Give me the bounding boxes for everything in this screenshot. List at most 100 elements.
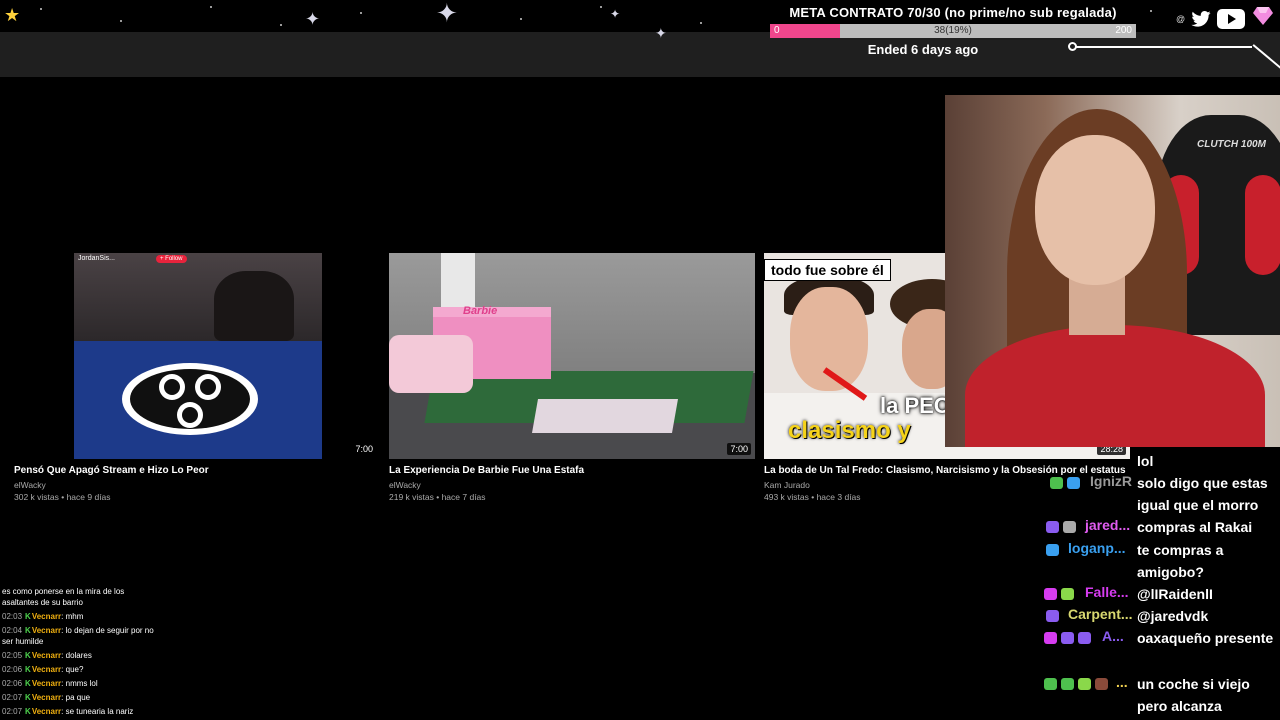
verified-badge-icon: K (25, 665, 31, 674)
chat-line: 02:03 KVecnarr: mhm (2, 612, 84, 621)
chat-username[interactable]: Falle... (1085, 584, 1129, 600)
verified-badge-icon: K (25, 707, 31, 716)
badge-icon (1078, 632, 1091, 644)
badge-icon (1044, 632, 1057, 644)
chat-line: 02:07 KVecnarr: pa que (2, 693, 91, 702)
chat-message-text: nmms lol (65, 679, 98, 688)
goal-progress-bar: 0 38(19%) 200 (770, 24, 1136, 38)
video-meta: 302 k vistas • hace 9 días (14, 492, 111, 502)
badge-icon (1044, 678, 1057, 690)
badge-icon (1067, 477, 1080, 489)
badge-icon (1046, 521, 1059, 533)
chat-message-text: oaxaqueño presente (1137, 630, 1274, 646)
chat-username[interactable]: IgnizR (1090, 473, 1132, 489)
youtube-icon[interactable] (1217, 9, 1246, 29)
chat-username[interactable]: A... (1102, 628, 1124, 644)
goal-current-label: 38(19%) (934, 25, 972, 36)
chat-line: 02:07 KVecnarr: se tunearia la nariz (2, 707, 134, 716)
chat-username[interactable]: Carpent... (1068, 606, 1133, 622)
stream-chat-left: es como ponerse en la mira de los asalta… (2, 586, 162, 720)
video-meta: 219 k vistas • hace 7 días (389, 492, 486, 502)
badge-icon (1078, 678, 1091, 690)
chat-timestamp: 02:06 (2, 679, 23, 688)
chat-username[interactable]: ... (1116, 674, 1128, 690)
pink-van-image (389, 335, 473, 393)
chat-message-text: es como ponerse en la mira de los asalta… (2, 587, 125, 607)
thumbnail-text: Barbie (463, 305, 498, 317)
chat-username[interactable]: Vecnarr (32, 665, 61, 674)
badge-icon (1063, 521, 1076, 533)
chat-timestamp: 02:03 (2, 612, 23, 621)
chat-username[interactable]: jared... (1085, 517, 1130, 533)
chat-line: 02:06 KVecnarr: que? (2, 665, 84, 674)
chat-line: es como ponerse en la mira de los asalta… (2, 586, 162, 608)
chat-line: 02:04 KVecnarr: lo dejan de seguir por no… (2, 626, 154, 646)
chat-username[interactable]: Vecnarr (32, 679, 61, 688)
chair-logo-text: CLUTCH 100M (1197, 139, 1266, 150)
streamer-face (1035, 135, 1155, 285)
chat-username[interactable]: Vecnarr (32, 707, 61, 716)
goal-max-label: 200 (1115, 25, 1132, 36)
video-meta: 493 k vistas • hace 3 días (764, 492, 861, 502)
chat-timestamp: 02:05 (2, 651, 23, 660)
verified-badge-icon: K (25, 626, 31, 635)
chat-message-text: pa que (65, 693, 91, 702)
twitter-icon[interactable] (1191, 11, 1211, 27)
video-duration: 7:00 (727, 443, 751, 455)
thumbnail-text: la PEO (880, 393, 951, 418)
verified-badge-icon: K (25, 612, 31, 621)
thumbnail-image: JordanSis... + Follow (74, 253, 322, 459)
chat-message-text: solo digo que estas igual que el morro c… (1137, 475, 1268, 535)
thumbnail-username: JordanSis... (78, 255, 115, 262)
video-thumbnail[interactable]: Barbie 7:00 (389, 253, 755, 459)
chat-message-text: lol (1137, 453, 1154, 469)
chat-timestamp: 02:07 (2, 693, 23, 702)
at-icon: @ (1176, 14, 1186, 24)
decorative-line (1072, 46, 1252, 48)
chat-message-text: un coche si viejo pero alcanza (1137, 676, 1250, 714)
chat-timestamp: 02:06 (2, 665, 23, 674)
goal-title: META CONTRATO 70/30 (no prime/no sub reg… (789, 5, 1117, 20)
chat-message-text: mhm (65, 612, 84, 621)
chat-line: 02:05 KVecnarr: dolares (2, 651, 92, 660)
video-channel[interactable]: elWacky (389, 480, 755, 490)
goal-status: Ended 6 days ago (867, 42, 979, 57)
badge-icon (1046, 544, 1059, 556)
badge-icon (1061, 678, 1074, 690)
badge-icon (1046, 610, 1059, 622)
thumbnail-text: clasismo y (788, 417, 911, 444)
chat-username[interactable]: Vecnarr (32, 626, 61, 635)
webcam-feed: CLUTCH 100M (945, 95, 1280, 447)
badge-icon (1095, 678, 1108, 690)
badge-icon (1050, 477, 1063, 489)
video-title[interactable]: La Experiencia De Barbie Fue Una Estafa (389, 465, 755, 476)
badge-icon (1061, 632, 1074, 644)
verified-badge-icon: K (25, 651, 31, 660)
verified-badge-icon: K (25, 679, 31, 688)
chat-message-text: se tunearia la nariz (65, 707, 134, 716)
chat-username[interactable]: Vecnarr (32, 651, 61, 660)
video-thumbnail[interactable]: JordanSis... + Follow 7:00 (14, 253, 380, 459)
chat-username[interactable]: loganp... (1068, 540, 1126, 556)
chat-username[interactable]: Vecnarr (32, 693, 61, 702)
badge-icon (1044, 588, 1057, 600)
chat-username[interactable]: Vecnarr (32, 612, 61, 621)
chat-message-text: te compras a amigobo? (1137, 542, 1224, 580)
chat-message-text: @lIRaidenlI (1137, 586, 1213, 602)
star-icon: ★ (4, 5, 21, 25)
video-card[interactable]: Barbie 7:00 La Experiencia De Barbie Fue… (389, 253, 755, 502)
thumbnail-follow-badge: + Follow (156, 255, 187, 263)
video-duration: 7:00 (352, 443, 376, 455)
decorative-line-node (1068, 42, 1077, 51)
gem-icon (1253, 7, 1273, 25)
video-channel[interactable]: elWacky (14, 480, 380, 490)
chat-message-text: dolares (65, 651, 92, 660)
obs-logo-icon (122, 363, 258, 435)
video-title[interactable]: Pensó Que Apagó Stream e Hizo Lo Peor (14, 465, 380, 476)
chat-timestamp: 02:07 (2, 707, 23, 716)
video-card[interactable]: JordanSis... + Follow 7:00 Pensó Que Apa… (14, 253, 380, 502)
chat-timestamp: 02:04 (2, 626, 23, 635)
chat-line: 02:06 KVecnarr: nmms lol (2, 679, 98, 688)
chat-message-text: que? (65, 665, 84, 674)
video-title[interactable]: La boda de Un Tal Fredo: Clasismo, Narci… (764, 465, 1130, 476)
